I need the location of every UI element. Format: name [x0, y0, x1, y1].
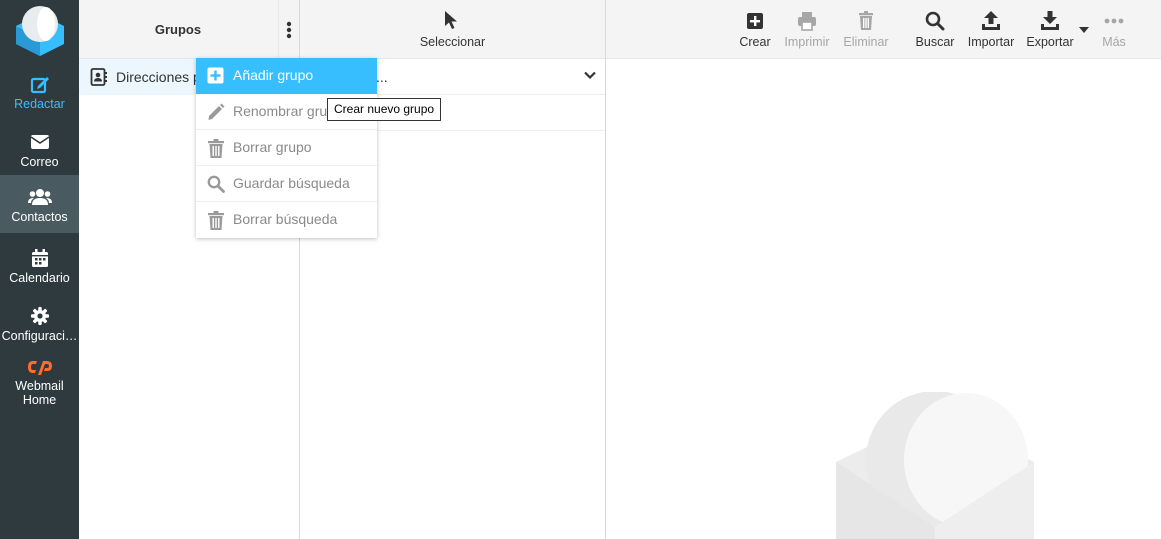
- search-icon: [207, 175, 225, 193]
- trash-icon: [859, 11, 873, 30]
- tooltip: Crear nuevo grupo: [327, 98, 442, 121]
- chevron-down-icon[interactable]: [584, 71, 596, 80]
- nav-contacts[interactable]: Contactos: [0, 175, 79, 233]
- import-button[interactable]: Importar: [965, 0, 1017, 59]
- delete-label: Eliminar: [843, 35, 889, 49]
- plus-square-icon: [747, 13, 763, 29]
- export-dropdown-caret-icon[interactable]: [1079, 27, 1089, 33]
- search-icon: [925, 11, 945, 31]
- menu-item-add-group[interactable]: Añadir grupo: [196, 58, 377, 94]
- menu-item-delete-search[interactable]: Borrar búsqueda: [196, 202, 377, 238]
- envelope-icon: [30, 135, 49, 149]
- roundcube-watermark: [836, 392, 1034, 539]
- menu-item-label: Borrar búsqueda: [233, 211, 338, 227]
- trash-icon: [208, 139, 224, 158]
- select-button[interactable]: Seleccionar: [400, 0, 505, 59]
- addressbook-icon: [90, 68, 107, 86]
- upload-icon: [982, 11, 1000, 30]
- compose-icon: [30, 77, 49, 94]
- calendar-icon: [31, 249, 48, 267]
- nav-webmail-label: Webmail: [15, 379, 64, 393]
- groups-options-button[interactable]: [278, 0, 299, 59]
- pencil-icon: [208, 103, 225, 120]
- roundcube-logo: [16, 6, 64, 56]
- gear-icon: [30, 307, 49, 325]
- search-label: Buscar: [915, 35, 955, 49]
- kebab-menu-icon: [286, 21, 292, 39]
- print-button[interactable]: Imprimir: [779, 0, 835, 59]
- select-label: Seleccionar: [419, 35, 486, 49]
- export-button[interactable]: Exportar: [1024, 0, 1076, 59]
- menu-item-label: Guardar búsqueda: [233, 175, 350, 191]
- nav-webmail-home[interactable]: Webmail Home: [0, 350, 79, 410]
- cpanel-icon: [27, 361, 52, 375]
- nav-calendar[interactable]: Calendario: [0, 236, 79, 294]
- menu-item-save-search[interactable]: Guardar búsqueda: [196, 166, 377, 202]
- menu-item-label: Añadir grupo: [233, 67, 314, 83]
- menu-item-delete-group[interactable]: Borrar grupo: [196, 130, 377, 166]
- export-label: Exportar: [1026, 35, 1074, 49]
- create-button[interactable]: Crear: [734, 0, 776, 59]
- more-button[interactable]: Más: [1096, 0, 1132, 59]
- ellipsis-icon: [1104, 18, 1124, 24]
- menu-item-label: Borrar grupo: [233, 139, 312, 155]
- app: Redactar Correo Contactos Calendario Con…: [0, 0, 1161, 539]
- nav-settings[interactable]: Configuraci…: [0, 294, 79, 352]
- nav-contacts-label: Contactos: [11, 210, 68, 224]
- nav-mail-label: Correo: [20, 155, 59, 169]
- plus-square-icon: [207, 67, 224, 84]
- nav-settings-label: Configuraci…: [1, 329, 78, 343]
- users-icon: [27, 189, 52, 205]
- import-label: Importar: [967, 35, 1015, 49]
- trash-icon: [208, 211, 224, 230]
- download-icon: [1041, 11, 1059, 30]
- group-options-menu: Añadir grupo Renombrar gru Borrar grupo: [196, 58, 377, 238]
- create-label: Crear: [739, 35, 771, 49]
- nav-calendar-label: Calendario: [9, 271, 70, 285]
- print-label: Imprimir: [784, 35, 830, 49]
- addressbook-label: Direcciones p: [116, 69, 196, 85]
- toolbar: Crear Imprimir Eliminar Buscar Importar …: [606, 0, 1161, 59]
- more-label: Más: [1102, 35, 1126, 49]
- nav-compose[interactable]: Redactar: [0, 62, 79, 120]
- nav-compose-label: Redactar: [14, 97, 65, 111]
- nav-mail[interactable]: Correo: [0, 120, 79, 178]
- delete-button[interactable]: Eliminar: [840, 0, 892, 59]
- main-navigation: Redactar Correo Contactos Calendario Con…: [0, 0, 79, 539]
- groups-header: Grupos: [79, 0, 299, 59]
- list-header: Seleccionar: [300, 0, 605, 59]
- cursor-icon: [445, 11, 457, 29]
- list-row-text: ...: [376, 69, 388, 85]
- groups-title: Grupos: [154, 22, 202, 37]
- nav-home-label: Home: [22, 393, 57, 407]
- printer-icon: [798, 12, 816, 31]
- search-button[interactable]: Buscar: [913, 0, 957, 59]
